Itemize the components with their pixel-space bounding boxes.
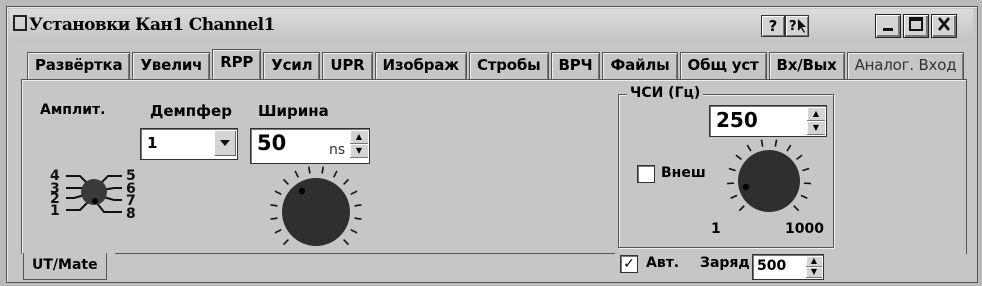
damper-label: Демпфер [150, 102, 232, 120]
charge-spinner[interactable]: ▲ ▼ [806, 256, 822, 278]
pri-group: ЧСИ (Гц) 250 ▲ ▼ Внеш 1 1000 [618, 85, 834, 248]
knob-tick [760, 139, 764, 147]
tab-bar: Развёртка Увелич RPP Усил UPR Изображ Ст… [27, 49, 966, 80]
tab-files[interactable]: Файлы [602, 52, 678, 79]
maximize-button[interactable] [903, 14, 929, 38]
charge-down-button[interactable]: ▼ [806, 267, 822, 278]
pri-down-button[interactable]: ▼ [807, 121, 825, 135]
amplitude-label: Амплит. [40, 102, 106, 118]
pri-value: 250 [716, 108, 758, 132]
pri-group-title: ЧСИ (Гц) [627, 85, 704, 101]
charge-value: 500 [757, 258, 787, 274]
minimize-button[interactable] [875, 14, 901, 38]
pri-scale-min: 1 [711, 221, 721, 237]
tab-gain[interactable]: Усил [263, 52, 321, 79]
knob-tick [350, 228, 358, 234]
knob-tick [282, 239, 289, 246]
width-spinner[interactable]: ▲ ▼ [350, 130, 368, 158]
knob-tick [270, 217, 278, 220]
amplitude-pos-8: 8 [126, 206, 136, 222]
minimize-icon [883, 28, 893, 31]
pri-field[interactable]: 250 ▲ ▼ [709, 105, 827, 137]
knob-tick [746, 144, 752, 152]
knob-tick [354, 204, 362, 207]
width-field[interactable]: 50 ns ▲ ▼ [250, 128, 370, 164]
charge-label: Заряд [700, 255, 750, 271]
auto-checkbox[interactable]: ✓ [620, 255, 638, 273]
close-button[interactable] [931, 14, 957, 38]
knob-tick [728, 167, 736, 172]
knob-tick [802, 167, 810, 172]
tab-tcg[interactable]: ВРЧ [550, 52, 601, 79]
tab-upr[interactable]: UPR [322, 52, 373, 79]
close-icon [938, 17, 950, 31]
tab-sweep[interactable]: Развёртка [27, 52, 131, 79]
tab-zoom[interactable]: Увелич [132, 52, 211, 79]
pri-spinner[interactable]: ▲ ▼ [807, 107, 825, 135]
knob-tick [735, 154, 742, 161]
window-title-text: Установки Кан1 Channel1 [29, 15, 275, 35]
window-title: Установки Кан1 Channel1 [13, 15, 275, 35]
width-up-button[interactable]: ▲ [350, 130, 368, 144]
width-label: Ширина [258, 102, 329, 120]
settings-window: Установки Кан1 Channel1 ? ? Развёртка Ув… [6, 6, 978, 283]
knob-tick [774, 139, 778, 147]
knob-tick [274, 228, 282, 234]
width-knob[interactable] [262, 164, 372, 260]
help-button[interactable]: ? [761, 15, 785, 37]
knob-tick [321, 166, 324, 174]
whats-this-icon: ? [789, 19, 806, 34]
pri-knob[interactable] [719, 135, 819, 225]
pri-up-button[interactable]: ▲ [807, 107, 825, 121]
damper-value: 1 [147, 134, 158, 152]
tab-io[interactable]: Вх/Вых [768, 52, 845, 79]
title-bar[interactable]: Установки Кан1 Channel1 ? ? [9, 9, 973, 41]
knob-tick [282, 178, 289, 185]
external-label: Внеш [661, 165, 706, 181]
amplitude-pos-1: 1 [50, 203, 60, 219]
external-checkbox[interactable] [637, 165, 655, 183]
knob-tick [332, 170, 338, 178]
tab-general[interactable]: Общ уст [679, 52, 767, 79]
window-icon [13, 15, 27, 31]
charge-field[interactable]: 500 ▲ ▼ [752, 254, 824, 280]
tab-display[interactable]: Изображ [374, 52, 467, 79]
knob-tick [274, 190, 282, 196]
width-down-button[interactable]: ▼ [350, 144, 368, 158]
help-buttons: ? ? [761, 15, 809, 37]
maximize-icon [909, 17, 923, 31]
knob-tick [270, 204, 278, 207]
tab-rpp[interactable]: RPP [212, 49, 262, 80]
whats-this-button[interactable]: ? [785, 15, 809, 37]
knob-tick [730, 194, 738, 199]
charge-up-button[interactable]: ▲ [806, 256, 822, 267]
pri-scale-max: 1000 [785, 221, 824, 237]
knob-tick [294, 170, 300, 178]
knob-tick [738, 205, 745, 212]
knob-tick [800, 194, 808, 199]
damper-select[interactable]: 1 [140, 128, 238, 160]
knob-tick [796, 154, 803, 161]
rpp-panel: Амплит. 4 3 2 1 5 6 7 8 Демпфер 1 Ширина… [21, 79, 967, 280]
tab-utmate[interactable]: UT/Mate [23, 253, 107, 280]
knob-tick [308, 166, 311, 174]
bottom-divider [115, 253, 615, 254]
svg-text:?: ? [789, 19, 797, 34]
tab-analog-input[interactable]: Аналог. Вход [846, 52, 965, 79]
knob-tick [786, 144, 792, 152]
width-unit: ns [329, 142, 346, 158]
amplitude-rotary-switch[interactable]: 4 3 2 1 5 6 7 8 [44, 140, 144, 240]
chevron-down-icon [220, 140, 230, 146]
tab-gates[interactable]: Стробы [468, 52, 549, 79]
knob-tick [350, 190, 358, 196]
window-controls [875, 14, 957, 38]
auto-label: Авт. [646, 255, 680, 271]
knob-tick [343, 239, 350, 246]
knob-tick [343, 178, 350, 185]
knob-tick [793, 205, 800, 212]
knob-tick [354, 217, 362, 220]
damper-dropdown-button[interactable] [214, 130, 236, 156]
width-value: 50 [257, 131, 287, 155]
